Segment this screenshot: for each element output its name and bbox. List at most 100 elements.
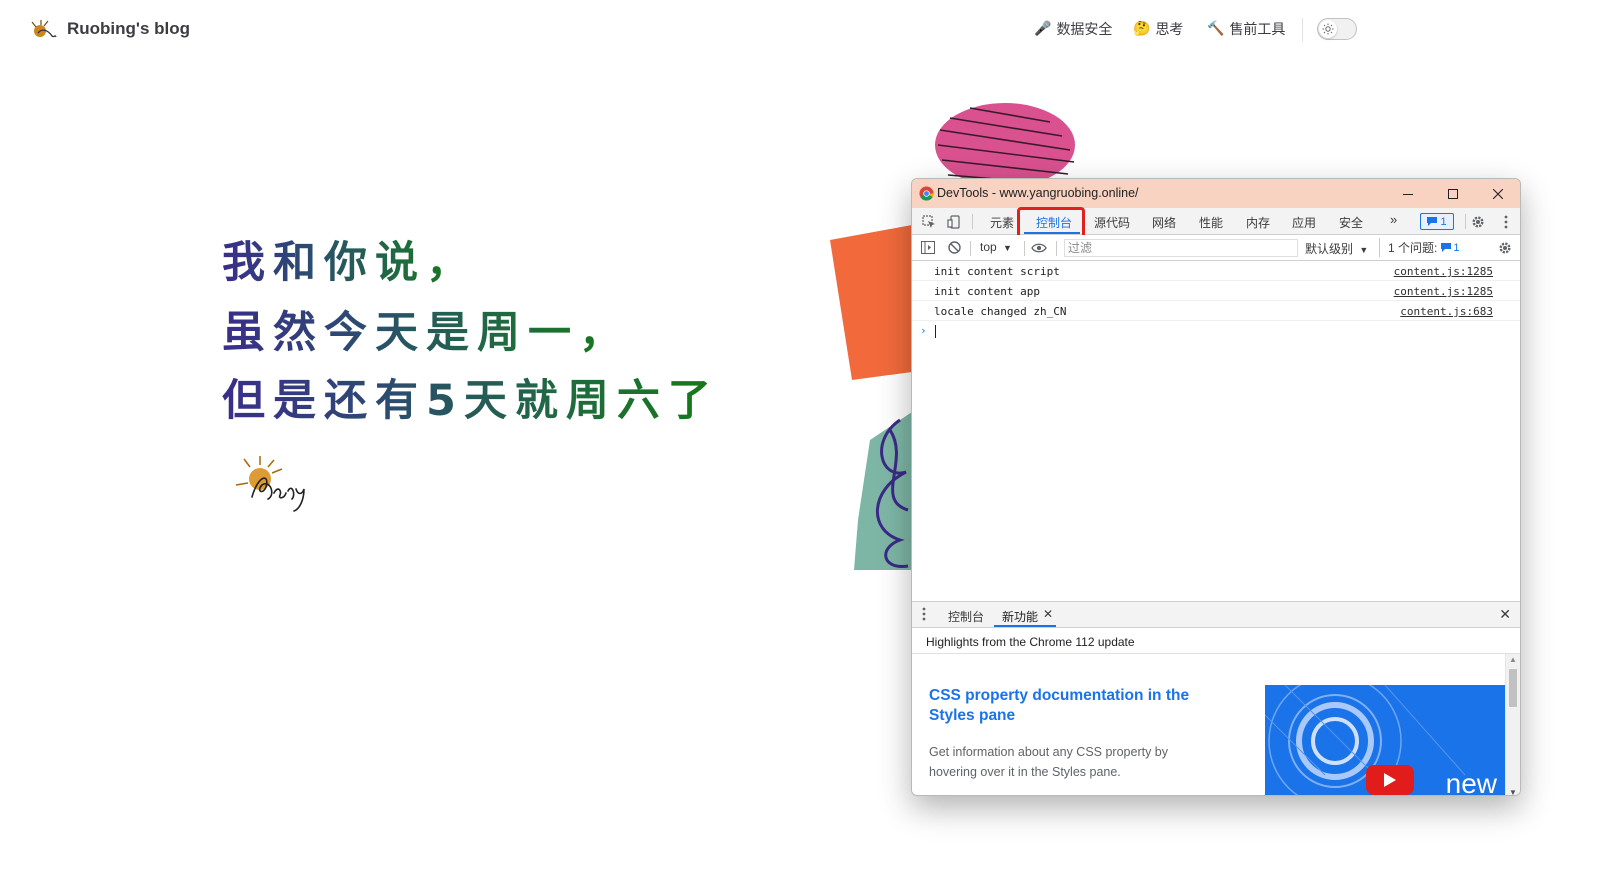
nav-label: 思考 <box>1155 22 1184 38</box>
close-window-button[interactable] <box>1476 179 1520 208</box>
devtools-titlebar[interactable]: DevTools - www.yangruobing.online/ <box>912 179 1520 208</box>
devtools-drawer: 控制台 新功能 ✕ ✕ Highlights from the Chrome 1… <box>912 601 1520 796</box>
nav-divider <box>1302 18 1303 42</box>
issues-badge-count: 1 <box>1453 241 1460 254</box>
console-output[interactable]: init content script content.js:1285 init… <box>912 261 1520 601</box>
orange-paper-art <box>830 225 912 380</box>
pink-ball-art <box>935 103 1075 187</box>
tab-security[interactable]: 安全 <box>1339 214 1363 231</box>
thinking-face-icon: 🤔 <box>1133 21 1151 37</box>
issues-counter-button[interactable]: 1 <box>1420 213 1454 230</box>
nav-item-data-security[interactable]: 🎤 数据安全 <box>1034 19 1112 39</box>
text-caret <box>935 325 936 338</box>
nav-item-presales-tools[interactable]: 🔨 售前工具 <box>1207 19 1285 39</box>
tab-performance[interactable]: 性能 <box>1199 214 1223 231</box>
nav-item-thinking[interactable]: 🤔 思考 <box>1133 19 1183 39</box>
whats-new-header: Highlights from the Chrome 112 update <box>912 628 1520 654</box>
minimize-button[interactable] <box>1386 179 1430 208</box>
message-source-link[interactable]: content.js:1285 <box>1394 265 1493 278</box>
minimize-icon <box>1403 193 1413 195</box>
message-text: init content app <box>934 285 1040 298</box>
tab-network[interactable]: 网络 <box>1152 214 1176 231</box>
drawer-menu-icon[interactable] <box>922 607 926 624</box>
devtools-tabbar: 元素 控制台 源代码 网络 性能 内存 应用 安全 » 1 <box>912 207 1520 243</box>
maximize-icon <box>1448 188 1458 199</box>
scroll-up-icon[interactable]: ▲ <box>1509 655 1517 664</box>
hero-line-1: 我和你说， <box>222 228 477 290</box>
tab-application[interactable]: 应用 <box>1292 214 1316 231</box>
site-header: Ruobing's blog 🎤 数据安全 🤔 思考 🔨 售前工具 <box>0 0 1617 60</box>
drawer-scrollbar[interactable]: ▲ ▼ <box>1505 654 1520 795</box>
window-title: DevTools - www.yangruobing.online/ <box>937 186 1139 200</box>
tab-separator <box>972 214 973 229</box>
message-text: locale changed zh_CN <box>934 305 1067 318</box>
log-levels-dropdown[interactable]: 默认级别 ▼ <box>1305 240 1368 257</box>
prompt-chevron-icon: › <box>920 324 927 337</box>
new-label: new <box>1445 768 1497 796</box>
close-drawer-icon[interactable]: ✕ <box>1499 606 1511 623</box>
feature-description: Get information about any CSS property b… <box>929 745 1169 779</box>
tab-sources[interactable]: 源代码 <box>1094 214 1130 231</box>
console-filter-input[interactable] <box>1064 239 1298 257</box>
message-source-link[interactable]: content.js:1285 <box>1394 285 1493 298</box>
chevron-down-icon: ▼ <box>1359 245 1369 255</box>
sun-icon <box>1319 20 1337 38</box>
context-selector[interactable]: top ▼ <box>980 240 1012 254</box>
microphone-icon: 🎤 <box>1034 21 1052 37</box>
close-icon <box>1493 188 1503 199</box>
console-settings-gear-icon[interactable] <box>1496 239 1513 256</box>
more-options-icon[interactable] <box>1497 213 1514 230</box>
chrome-icon <box>919 186 934 201</box>
console-message: init content script content.js:1285 <box>912 261 1520 281</box>
tab-console[interactable]: 控制台 <box>1036 214 1072 231</box>
device-toolbar-icon[interactable] <box>945 213 962 230</box>
clear-console-icon[interactable] <box>946 239 963 256</box>
message-icon <box>1427 217 1438 226</box>
console-message: init content app content.js:1285 <box>912 281 1520 301</box>
feature-video-thumbnail[interactable]: new <box>1265 685 1505 796</box>
feature-title-link[interactable]: CSS property documentation in the Styles… <box>929 686 1209 726</box>
inspect-element-icon[interactable] <box>920 213 937 230</box>
hero-line-2: 虽然今天是周一， <box>222 298 630 360</box>
tab-elements[interactable]: 元素 <box>990 214 1014 231</box>
sidebar-toggle-icon[interactable] <box>919 239 936 256</box>
close-tab-icon[interactable]: ✕ <box>1043 607 1053 621</box>
teal-paper-art <box>854 412 912 570</box>
active-tab-indicator <box>1024 232 1080 234</box>
issues-label: 1 个问题: <box>1388 241 1438 255</box>
tab-separator <box>1056 241 1057 256</box>
eye-icon[interactable] <box>1030 239 1047 256</box>
hammer-icon: 🔨 <box>1207 21 1225 37</box>
signature-logo <box>235 456 305 512</box>
context-value: top <box>980 240 997 254</box>
drawer-tab-whats-new[interactable]: 新功能 <box>1002 608 1038 625</box>
issues-button[interactable]: 1 个问题: 1 <box>1379 238 1477 257</box>
drawer-tab-console[interactable]: 控制台 <box>948 608 984 625</box>
drawer-active-tab-indicator <box>994 625 1056 627</box>
issues-badge: 1 <box>1441 242 1459 254</box>
more-tabs-button[interactable]: » <box>1390 212 1397 227</box>
devtools-window: DevTools - www.yangruobing.online/ 元素 控制… <box>911 178 1521 796</box>
console-filter-bar: top ▼ 默认级别 ▼ 1 个问题: 1 <box>912 235 1520 261</box>
scroll-down-icon[interactable]: ▼ <box>1509 788 1517 795</box>
scroll-thumb[interactable] <box>1509 669 1517 707</box>
issue-count: 1 <box>1440 215 1447 228</box>
nav-label: 售前工具 <box>1229 22 1286 38</box>
theme-toggle[interactable] <box>1317 18 1357 40</box>
tab-separator <box>1024 241 1025 256</box>
tab-separator <box>970 241 971 256</box>
hero-line-3: 但是还有5天就周六了 <box>222 366 719 428</box>
message-text: init content script <box>934 265 1060 278</box>
chevron-down-icon: ▼ <box>1003 243 1012 253</box>
console-prompt[interactable]: › <box>912 321 1520 341</box>
bee-logo-icon[interactable] <box>28 18 58 42</box>
message-source-link[interactable]: content.js:683 <box>1400 305 1493 318</box>
tab-memory[interactable]: 内存 <box>1246 214 1270 231</box>
site-title[interactable]: Ruobing's blog <box>67 19 190 39</box>
console-message: locale changed zh_CN content.js:683 <box>912 301 1520 321</box>
message-icon <box>1441 243 1452 252</box>
levels-label: 默认级别 <box>1305 242 1354 256</box>
drawer-tabbar: 控制台 新功能 ✕ ✕ <box>912 602 1520 628</box>
maximize-button[interactable] <box>1431 179 1475 208</box>
settings-gear-icon[interactable] <box>1469 213 1486 230</box>
